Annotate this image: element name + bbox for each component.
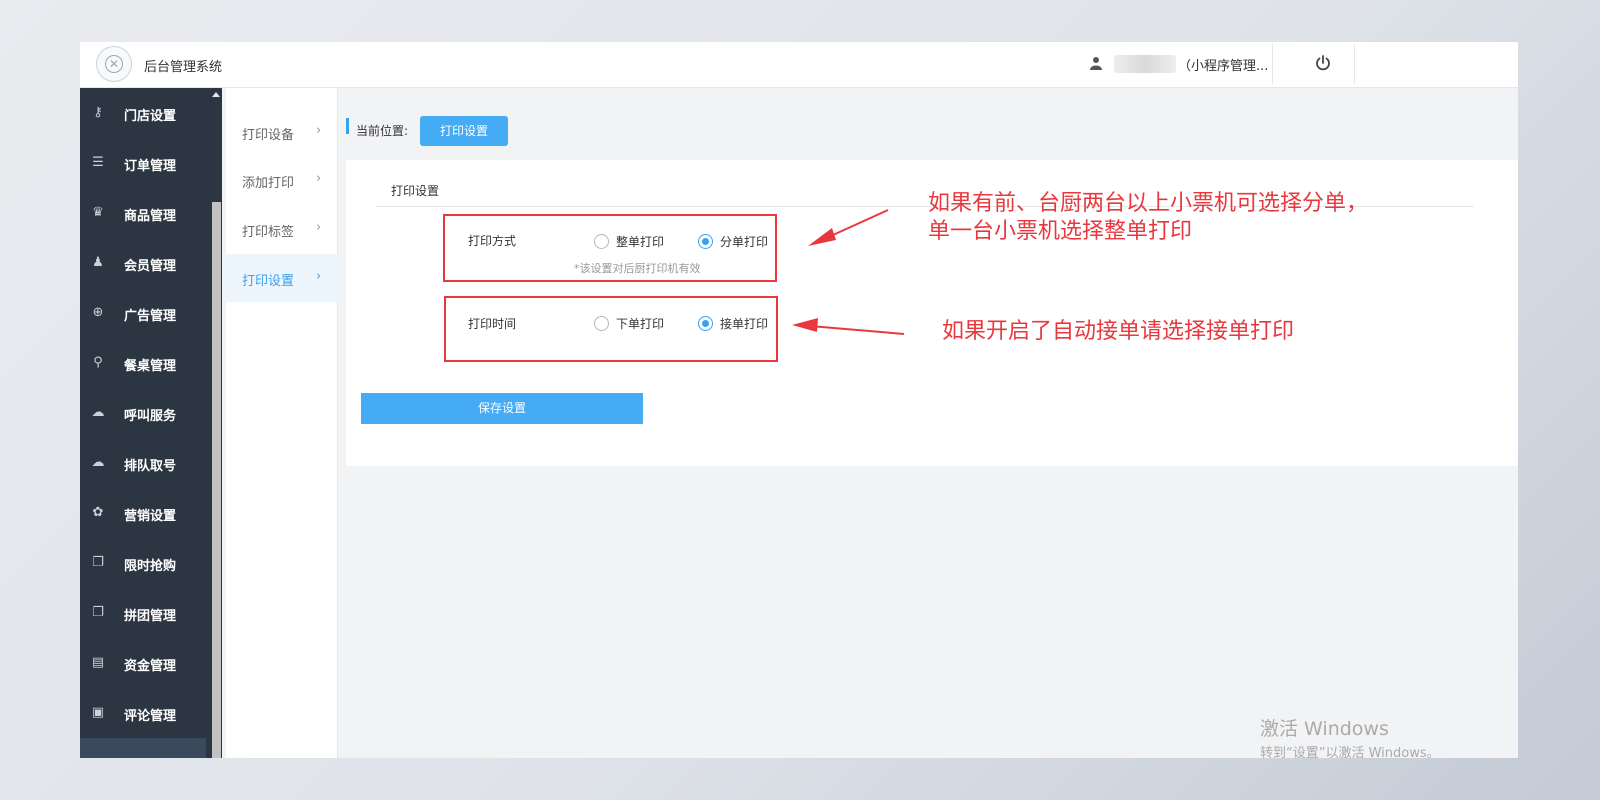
windows-watermark-title: 激活 Windows (1260, 718, 1389, 740)
app-window: ✕ 后台管理系统 （小程序管理... ⚷ 门店设置 ☰ 订单管理 ♛ 商品管理 (80, 42, 1518, 758)
annotation-arrows (792, 209, 905, 335)
windows-watermark-subtitle: 转到“设置”以激活 Windows。 (1260, 746, 1440, 761)
arrow-head-icon (808, 228, 836, 246)
arrow-head-icon (792, 318, 818, 332)
